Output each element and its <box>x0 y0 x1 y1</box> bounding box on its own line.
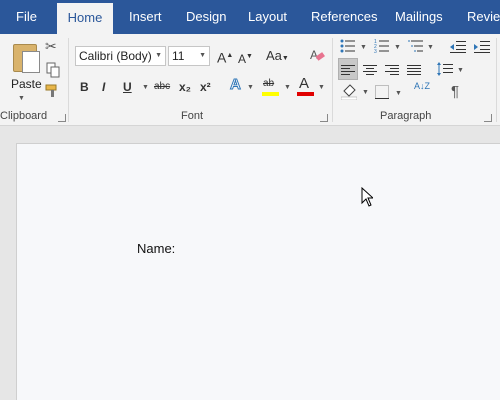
tab-design[interactable]: Design <box>186 0 226 34</box>
underline-button[interactable]: U <box>123 79 132 95</box>
underline-dropdown-icon[interactable]: ▼ <box>142 83 149 93</box>
grow-font-icon[interactable]: A▲ <box>217 48 233 66</box>
tab-file[interactable]: File <box>16 0 37 34</box>
tab-insert[interactable]: Insert <box>129 0 162 34</box>
highlight-color-bar <box>262 92 279 96</box>
document-page[interactable] <box>16 143 500 400</box>
clipboard-group-label: Clipboard <box>0 110 48 122</box>
clipboard-launcher-icon[interactable] <box>58 114 66 122</box>
paper-icon <box>22 51 40 73</box>
paragraph-launcher-icon[interactable] <box>484 114 492 122</box>
shrink-font-icon[interactable]: A▼ <box>238 49 253 67</box>
cut-icon[interactable]: ✂ <box>45 38 57 54</box>
align-left-icon[interactable] <box>341 64 355 82</box>
justify-icon[interactable] <box>407 64 421 82</box>
paste-button[interactable]: Paste ▼ <box>4 36 42 106</box>
highlight-dropdown-icon[interactable]: ▼ <box>284 83 291 93</box>
strikethrough-button[interactable]: abc <box>154 79 170 95</box>
divider <box>332 38 333 122</box>
italic-button[interactable]: I <box>102 79 105 95</box>
divider <box>496 38 497 122</box>
font-name-box[interactable]: Calibri (Body) ▼ <box>75 46 166 66</box>
highlight-button[interactable]: ab <box>263 76 274 92</box>
numbering-button[interactable]: 123 ▼ <box>374 39 404 55</box>
font-color-dropdown-icon[interactable]: ▼ <box>318 83 325 93</box>
text-effects-button[interactable]: A <box>230 76 242 93</box>
shading-button[interactable]: ▼ <box>340 84 371 101</box>
ribbon-tab-bar: File Home Insert Design Layout Reference… <box>0 0 500 34</box>
font-color-bar <box>297 92 314 96</box>
svg-text:3: 3 <box>374 49 377 53</box>
bold-button[interactable]: B <box>80 79 89 95</box>
chevron-down-icon: ▼ <box>155 52 162 59</box>
svg-text:A: A <box>310 48 318 62</box>
chevron-down-icon: ▼ <box>199 52 206 59</box>
font-size-box[interactable]: 11 ▼ <box>168 46 210 66</box>
text-effects-dropdown-icon[interactable]: ▼ <box>247 83 254 93</box>
borders-button[interactable]: ▼ <box>375 85 405 101</box>
bullets-button[interactable]: ▼ <box>340 39 370 55</box>
mouse-pointer-icon <box>361 186 375 212</box>
decrease-indent-icon[interactable] <box>450 40 466 58</box>
align-center-icon[interactable] <box>363 64 377 82</box>
document-text[interactable]: Name: <box>137 241 175 256</box>
chevron-down-icon: ▼ <box>360 44 367 51</box>
tab-layout[interactable]: Layout <box>248 0 287 34</box>
tab-mailings[interactable]: Mailings <box>395 0 443 34</box>
font-size-value: 11 <box>172 49 185 63</box>
align-right-icon[interactable] <box>385 64 399 82</box>
divider <box>68 38 69 122</box>
subscript-button[interactable]: x₂ <box>179 79 191 95</box>
paste-label: Paste <box>11 77 42 91</box>
show-paragraph-marks-button[interactable]: ¶ <box>451 84 459 100</box>
font-group-label: Font <box>181 110 204 122</box>
chevron-down-icon: ▼ <box>427 44 434 51</box>
sort-button[interactable]: A↓Z <box>414 81 431 91</box>
format-painter-icon[interactable] <box>45 84 61 102</box>
paste-dropdown-icon: ▼ <box>18 95 25 102</box>
ribbon: Paste ▼ ✂ Clipboard Calibri (Body) ▼ 11 … <box>0 34 500 126</box>
chevron-down-icon: ▼ <box>457 67 464 74</box>
tab-references[interactable]: References <box>311 0 377 34</box>
font-launcher-icon[interactable] <box>320 114 328 122</box>
change-case-button[interactable]: Aa▼ <box>266 48 289 67</box>
sort-label: A↓Z <box>414 81 431 91</box>
multilevel-list-button[interactable]: ▼ <box>408 39 438 55</box>
chevron-down-icon: ▼ <box>362 89 369 96</box>
font-color-button[interactable]: A <box>299 76 309 92</box>
tab-home[interactable]: Home <box>57 3 113 34</box>
chevron-down-icon: ▼ <box>395 90 402 97</box>
chevron-down-icon: ▼ <box>394 44 401 51</box>
copy-icon[interactable] <box>46 62 60 82</box>
line-spacing-button[interactable]: ▼ <box>437 62 467 78</box>
increase-indent-icon[interactable] <box>474 40 490 58</box>
font-name-value: Calibri (Body) <box>79 49 152 63</box>
superscript-button[interactable]: x² <box>200 79 211 95</box>
paragraph-group-label: Paragraph <box>380 110 432 122</box>
clear-formatting-icon[interactable]: A <box>309 47 325 67</box>
tab-review[interactable]: Revie <box>467 0 500 34</box>
